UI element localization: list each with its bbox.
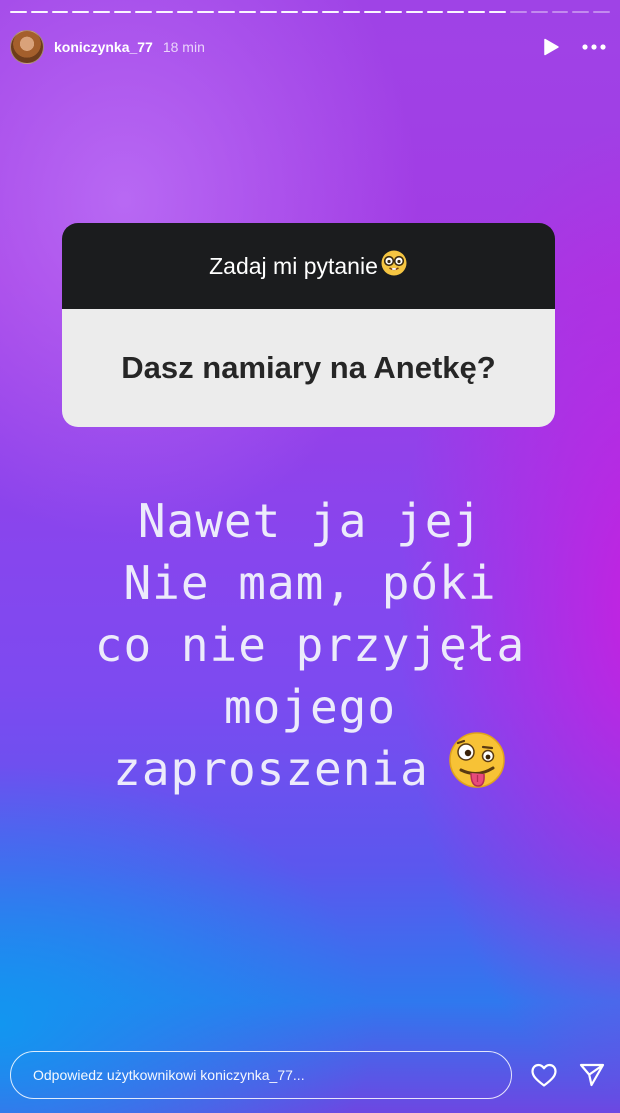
progress-segment	[114, 11, 131, 13]
story-progress-bar	[10, 11, 611, 17]
question-sticker-header: Zadaj mi pytanie	[62, 223, 555, 309]
progress-segment	[155, 11, 173, 13]
progress-segment	[572, 11, 590, 13]
progress-segment	[426, 11, 444, 13]
caption-line: Nawet ja jej	[137, 494, 483, 548]
question-sticker-title: Zadaj mi pytanie	[209, 252, 378, 279]
header-actions	[542, 38, 606, 56]
progress-segment	[593, 11, 611, 13]
progress-segment	[93, 11, 111, 13]
progress-segment	[134, 11, 152, 13]
avatar[interactable]	[10, 30, 44, 64]
nerd-face-emoji-icon	[380, 249, 408, 283]
progress-segment	[197, 11, 215, 13]
caption-line: Nie mam, póki	[123, 556, 497, 610]
progress-segment	[176, 11, 194, 13]
heart-icon[interactable]	[530, 1062, 558, 1088]
progress-segment	[259, 11, 277, 13]
question-sticker: Zadaj mi pytanie Dasz namiary na Anetkę?	[62, 223, 555, 427]
play-icon[interactable]	[542, 38, 560, 56]
progress-segment	[530, 11, 548, 13]
progress-segment	[343, 11, 361, 13]
footer-actions	[530, 1061, 606, 1089]
story-viewer[interactable]: koniczynka_77 18 min Zadaj mi pytanie Da…	[0, 0, 620, 1113]
reply-input[interactable]: Odpowiedz użytkownikowi koniczynka_77...	[10, 1051, 512, 1099]
progress-segment	[509, 11, 527, 13]
progress-segment	[364, 11, 381, 13]
progress-segment	[468, 11, 486, 13]
caption-line-last: zaproszenia	[40, 732, 580, 805]
progress-segment	[384, 11, 402, 13]
reply-placeholder: Odpowiedz użytkownikowi koniczynka_77...	[33, 1067, 305, 1083]
caption-line: mojego	[223, 680, 397, 734]
progress-segment	[551, 11, 569, 13]
progress-segment	[405, 11, 423, 13]
zany-face-emoji-icon	[447, 730, 507, 805]
story-header: koniczynka_77 18 min	[10, 28, 606, 66]
progress-segment	[10, 11, 27, 13]
progress-segment	[30, 11, 48, 13]
progress-segment	[447, 11, 465, 13]
caption-line-text: zaproszenia	[113, 742, 429, 796]
question-text-area: Dasz namiary na Anetkę?	[62, 309, 555, 427]
progress-segment	[489, 11, 506, 13]
progress-segment	[301, 11, 319, 13]
post-time: 18 min	[162, 39, 205, 55]
story-caption: Nawet ja jej Nie mam, póki co nie przyję…	[40, 490, 580, 805]
more-icon[interactable]	[582, 43, 606, 51]
send-icon[interactable]	[578, 1061, 606, 1089]
progress-segment	[218, 11, 236, 13]
caption-line: co nie przyjęła	[94, 618, 526, 672]
username[interactable]: koniczynka_77	[54, 39, 153, 55]
progress-segment	[280, 11, 298, 13]
story-footer: Odpowiedz użytkownikowi koniczynka_77...	[10, 1051, 606, 1099]
progress-segment	[239, 11, 256, 13]
question-text: Dasz namiary na Anetkę?	[121, 350, 496, 385]
progress-segment	[322, 11, 340, 13]
progress-segment	[51, 11, 69, 13]
progress-segment	[72, 11, 90, 13]
